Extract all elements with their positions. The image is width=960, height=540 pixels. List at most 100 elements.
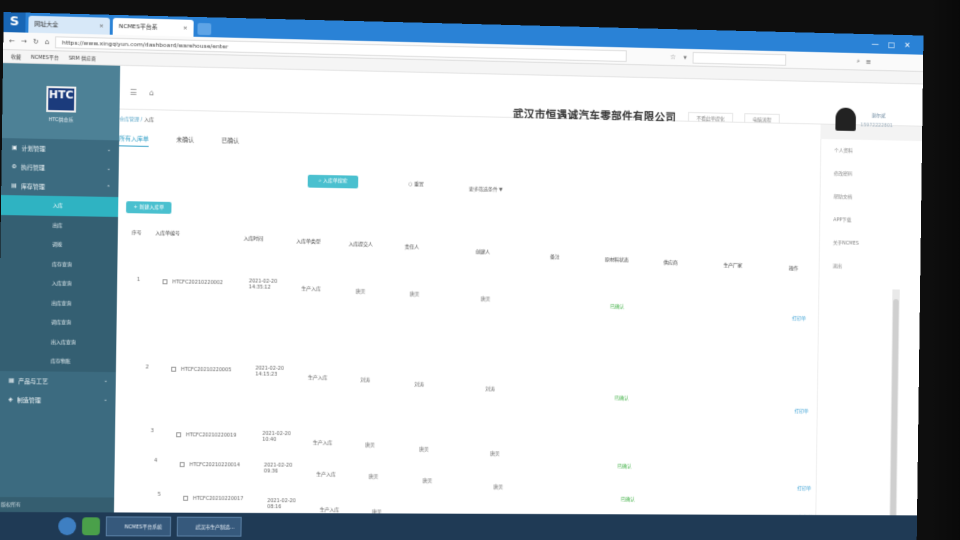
close-icon[interactable]: × xyxy=(99,17,104,34)
col-header[interactable]: 责任人 xyxy=(405,243,420,250)
refresh-icon[interactable]: ↻ xyxy=(33,37,39,45)
taskbar-item[interactable]: 武汉市生产制造... xyxy=(176,516,242,537)
row-checkbox[interactable] xyxy=(171,366,177,372)
user-phone: 15972222801 xyxy=(860,122,893,129)
row-checkbox[interactable] xyxy=(162,279,168,285)
sidebar-footer: 版权所有 xyxy=(0,497,115,514)
col-header[interactable]: 入库时间 xyxy=(244,235,264,242)
close-icon[interactable]: × xyxy=(183,20,188,37)
menu-item-about[interactable]: 关于NCMES xyxy=(833,239,859,246)
col-header[interactable]: 创建人 xyxy=(476,248,490,255)
row-code[interactable]: HTCFC20210220019 xyxy=(186,432,236,438)
menu-item-profile[interactable]: 个人资料 xyxy=(834,147,853,154)
row-checkbox[interactable] xyxy=(179,462,185,468)
more-filter-dropdown[interactable]: 更多筛选条件 ▼ xyxy=(469,186,503,193)
user-name[interactable]: 谢尔斌 xyxy=(872,112,886,119)
col-header[interactable]: 原材料状态 xyxy=(605,256,629,263)
logo-text: HTC xyxy=(48,88,74,102)
bookmark-item[interactable]: NCMES平台 xyxy=(31,53,59,61)
logo-subtitle: HTC供金乐 xyxy=(48,117,74,124)
sidebar-subitem[interactable]: 库存查询 xyxy=(0,253,118,275)
chevron-down-icon: ⌄ xyxy=(103,396,108,403)
avatar[interactable] xyxy=(835,107,857,132)
chevron-down-icon: ⌄ xyxy=(103,378,108,385)
table-cell: HTCFC20210220019 xyxy=(176,432,236,439)
taskbar-item[interactable]: NCMES平台系统 xyxy=(105,516,172,537)
tab-unconfirmed[interactable]: 未确认 xyxy=(176,135,194,148)
bookmark-item[interactable]: 收藏 xyxy=(11,53,21,60)
app-icon[interactable] xyxy=(81,517,101,536)
menu-item-logout[interactable]: 退出 xyxy=(833,263,842,270)
windows-start-icon[interactable] xyxy=(58,517,77,536)
sidebar-subitem-inbound[interactable]: 入库 xyxy=(0,195,119,217)
menu-item-app[interactable]: APP下载 xyxy=(833,216,851,223)
search-icon[interactable]: ⌕ xyxy=(857,57,861,66)
sidebar-item-manufacture[interactable]: ◈ 制造管理 ⌄ xyxy=(0,389,116,409)
window-controls: — □ ✕ xyxy=(871,34,923,55)
row-code[interactable]: HTCFC20210220005 xyxy=(181,367,231,373)
table-cell: 唐贝 xyxy=(493,484,504,491)
new-tab-button[interactable] xyxy=(197,22,212,36)
col-header[interactable]: 入库单类型 xyxy=(296,238,320,245)
col-header[interactable]: 供应商 xyxy=(663,259,677,266)
print-link[interactable]: 打印单 xyxy=(792,315,806,322)
add-inbound-button[interactable]: + 新建入库单 xyxy=(126,201,172,214)
menu-item-password[interactable]: 修改密码 xyxy=(834,170,853,177)
home-icon[interactable]: ⌂ xyxy=(149,88,154,97)
col-header[interactable]: 入库提交人 xyxy=(349,240,373,247)
tab-confirmed[interactable]: 已确认 xyxy=(221,135,239,148)
sidebar-subitem[interactable]: 调拨 xyxy=(0,234,118,256)
print-link[interactable]: 打印单 xyxy=(794,408,808,415)
sidebar-item-exec[interactable]: ⚙ 执行管理 ⌄ xyxy=(1,157,118,178)
chevron-down-icon: ⌄ xyxy=(106,146,112,153)
hamburger-icon[interactable]: ☰ xyxy=(130,88,137,97)
browser-tab[interactable]: 网址大全 × xyxy=(28,15,110,35)
search-button[interactable]: ⌕ 入库单搜索 xyxy=(307,174,359,189)
main-content: 仓库管理 / 入库 所有入库单 未确认 已确认 ⌕ 入库单搜索 ○ 重置 更多筛… xyxy=(113,109,839,540)
maximize-icon[interactable]: □ xyxy=(888,40,895,49)
browser-search-input[interactable] xyxy=(692,51,787,66)
row-checkbox[interactable] xyxy=(176,432,182,438)
user-dropdown-menu: 个人资料 修改密码 帮助文档 APP下载 关于NCMES 退出 xyxy=(815,138,923,525)
bookmark-item[interactable]: SRM 供应商 xyxy=(69,54,96,62)
sidebar-subitem[interactable]: 出库查询 xyxy=(0,292,117,314)
row-code[interactable]: HTCFC20210220002 xyxy=(172,279,223,286)
table-cell: 2021-02-20 10:40 xyxy=(262,430,291,443)
sidebar-subitem[interactable]: 出库 xyxy=(0,214,119,236)
menu-item-help[interactable]: 帮助文档 xyxy=(834,193,853,200)
table-cell: HTCFC20210220002 xyxy=(162,279,223,286)
row-code[interactable]: HTCFC20210220017 xyxy=(193,496,243,502)
breadcrumb: 仓库管理 / 入库 xyxy=(119,116,154,124)
breadcrumb-home[interactable]: 仓库管理 xyxy=(119,116,139,122)
minimize-icon[interactable]: — xyxy=(871,40,879,49)
star-icon[interactable]: ☆ xyxy=(670,53,676,61)
row-checkbox[interactable] xyxy=(183,495,189,501)
status-badge: 已确认 xyxy=(610,303,625,311)
menu-icon[interactable]: ≡ xyxy=(866,58,872,66)
box-icon: ▤ xyxy=(11,182,17,190)
sidebar-subitem[interactable]: 入库查询 xyxy=(0,273,118,295)
sidebar-item-inventory[interactable]: ▤ 库存管理 ⌃ xyxy=(1,176,118,197)
home-icon[interactable]: ⌂ xyxy=(45,38,50,46)
reset-option[interactable]: ○ 重置 xyxy=(408,181,423,188)
browser-tab-active[interactable]: NCMES平台系 × xyxy=(112,17,194,37)
sidebar-item-plan[interactable]: ▣ 计划管理 ⌄ xyxy=(2,138,119,159)
back-icon[interactable]: ← xyxy=(9,37,15,45)
sidebar-subitem[interactable]: 出入库查询 xyxy=(0,331,117,353)
col-header[interactable]: 入库单编号 xyxy=(155,230,180,236)
tab-all[interactable]: 所有入库单 xyxy=(119,133,149,147)
close-window-icon[interactable]: ✕ xyxy=(904,40,910,49)
sidebar-item-product[interactable]: ▦ 产品与工艺 ⌄ xyxy=(0,370,116,390)
factory-icon: ◈ xyxy=(8,395,13,403)
dropdown-icon[interactable]: ▾ xyxy=(684,53,687,61)
print-link[interactable]: 打印单 xyxy=(797,485,811,492)
sidebar-subitem[interactable]: 调库查询 xyxy=(0,311,117,333)
breadcrumb-current: 入库 xyxy=(143,117,154,124)
table-cell: 5 xyxy=(157,491,161,498)
sidebar-item-label: 库存管理 xyxy=(20,183,45,191)
row-code[interactable]: HTCFC20210220014 xyxy=(189,462,239,468)
sidebar-subitem[interactable]: 库存物账 xyxy=(0,350,117,372)
forward-icon[interactable]: → xyxy=(21,37,27,45)
search-button-label: 入库单搜索 xyxy=(322,177,348,185)
col-header[interactable]: 生产厂家 xyxy=(724,262,743,269)
